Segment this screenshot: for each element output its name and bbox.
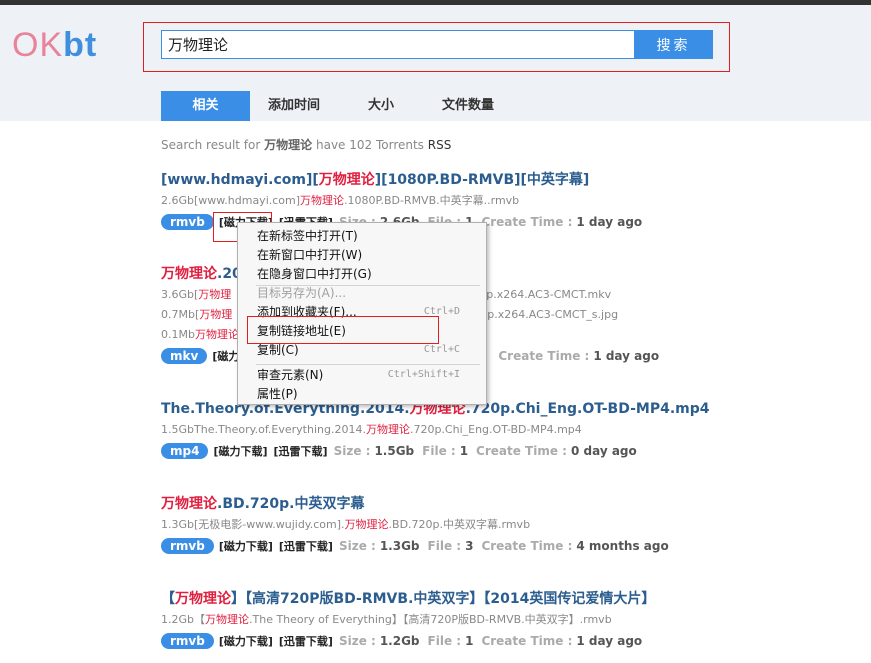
tab-added-time[interactable]: 添加时间	[268, 91, 320, 121]
ctx-properties[interactable]: 属性(P)	[257, 385, 298, 403]
result-file: 1.3Gb[无极电影-www.wujidy.com].万物理论.BD.720p.…	[161, 518, 531, 531]
ctx-separator	[256, 364, 480, 365]
file-type-badge: rmvb	[161, 214, 214, 230]
ctx-save-target-as: 目标另存为(A)...	[257, 286, 347, 300]
result-meta: rmvb [磁力下载] [迅雷下载] Size :1.3Gb File :3 C…	[161, 537, 851, 555]
result-item: 【万物理论】【高清720P版BD-RMVB.中英双字】【2014英国传记爱情大片…	[161, 590, 851, 650]
search-button[interactable]: 搜索	[634, 30, 713, 59]
result-meta: rmvb [磁力下载] [迅雷下载] Size :1.2Gb File :1 C…	[161, 632, 851, 650]
result-item: 万物理论.BD.720p.中英双字幕 1.3Gb[无极电影-www.wujidy…	[161, 495, 851, 555]
rss-link[interactable]: RSS	[428, 138, 452, 152]
search-summary: Search result for 万物理论 have 102 Torrents…	[161, 138, 452, 152]
result-title[interactable]: 万物理论.BD.720p.中英双字幕	[161, 495, 851, 513]
tab-size[interactable]: 大小	[368, 91, 394, 121]
magnet-download-link[interactable]: [磁力下载]	[213, 443, 267, 459]
result-title[interactable]: [www.hdmayi.com][万物理论][1080P.BD-RMVB][中英…	[161, 171, 851, 189]
thunder-download-link[interactable]: [迅雷下载]	[274, 443, 328, 459]
summary-query: 万物理论	[264, 138, 313, 152]
ctx-inspect-element[interactable]: 审查元素(N)	[257, 366, 323, 384]
result-file: 1.5GbThe.Theory.of.Everything.2014.万物理论.…	[161, 423, 582, 436]
file-type-badge: mp4	[161, 443, 209, 459]
logo-bt: bt	[63, 26, 98, 64]
result-item: The.Theory.of.Everything.2014.万物理论.720p.…	[161, 400, 851, 460]
search-input[interactable]	[161, 30, 635, 59]
file-type-badge: rmvb	[161, 538, 214, 554]
ctx-open-new-tab[interactable]: 在新标签中打开(T)	[257, 227, 358, 245]
result-meta: mp4 [磁力下载] [迅雷下载] Size :1.5Gb File :1 Cr…	[161, 442, 851, 460]
magnet-download-link[interactable]: [磁力下载]	[219, 538, 273, 554]
tab-file-count[interactable]: 文件数量	[442, 91, 494, 121]
ctx-open-new-window[interactable]: 在新窗口中打开(W)	[257, 246, 362, 264]
result-file: 1.2Gb【万物理论.The Theory of Everything】【高清7…	[161, 613, 612, 626]
tab-relevance[interactable]: 相关	[161, 91, 250, 121]
result-title[interactable]: 【万物理论】【高清720P版BD-RMVB.中英双字】【2014英国传记爱情大片…	[161, 590, 851, 608]
logo-ok: OK	[12, 26, 64, 64]
copy-link-highlight-box	[247, 316, 439, 344]
sort-tabs: 相关 添加时间 大小 文件数量	[161, 91, 494, 121]
file-type-badge: rmvb	[161, 633, 214, 649]
magnet-download-link[interactable]: [磁力下载]	[219, 633, 273, 649]
result-file: 2.6Gb[www.hdmayi.com]万物理论.1080P.BD-RMVB.…	[161, 194, 520, 207]
thunder-download-link[interactable]: [迅雷下载]	[279, 633, 333, 649]
thunder-download-link[interactable]: [迅雷下载]	[279, 538, 333, 554]
file-type-badge: mkv	[161, 348, 208, 364]
ctx-shortcut: Ctrl+Shift+I	[387, 369, 460, 380]
okbt-logo[interactable]: OK bt	[12, 27, 97, 63]
ctx-open-incognito[interactable]: 在隐身窗口中打开(G)	[257, 265, 372, 283]
context-menu: 在新标签中打开(T) 在新窗口中打开(W) 在隐身窗口中打开(G) 目标另存为(…	[237, 222, 487, 405]
